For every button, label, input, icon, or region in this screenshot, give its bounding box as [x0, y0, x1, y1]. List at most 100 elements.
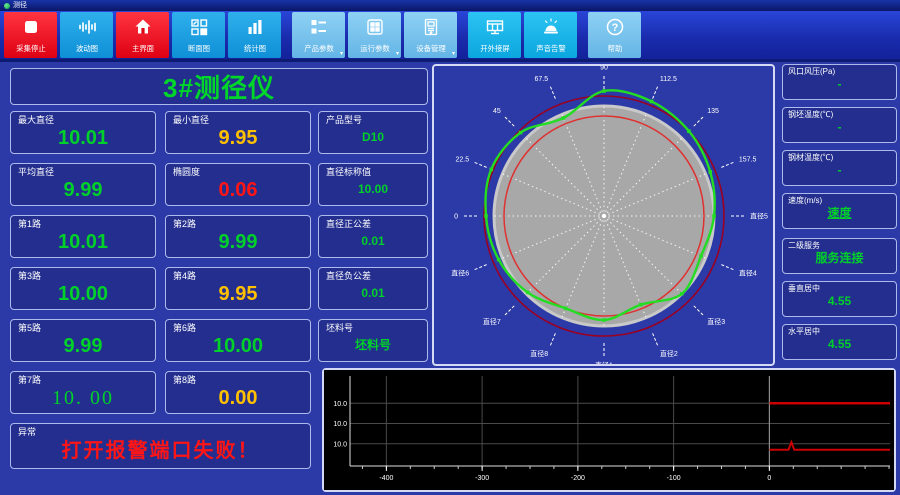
gauge-title-panel: 3#测径仪	[10, 68, 428, 105]
svg-text:0: 0	[767, 475, 771, 482]
svg-text:直径5: 直径5	[750, 212, 768, 221]
panel-label: 钢材温度(℃)	[788, 153, 834, 162]
app-icon	[4, 2, 10, 9]
svg-text:-400: -400	[379, 475, 393, 482]
alarm-icon	[541, 17, 561, 37]
card-path-6: 第6路 10.00	[165, 319, 311, 362]
svg-text:22.5: 22.5	[455, 156, 469, 163]
card-value: 坯料号	[354, 338, 391, 352]
svg-text:90: 90	[600, 66, 608, 72]
panel-label: 二级服务	[788, 241, 820, 250]
card-label: 直径标称值	[326, 167, 372, 177]
sidebar-panel-vertical-center: 垂直居中 4.55	[782, 281, 897, 317]
svg-text:112.5: 112.5	[660, 76, 677, 83]
toolbar-button-label: 采集停止	[15, 44, 46, 53]
sidebar-panel-air-pressure: 风口风压(Pa) -	[782, 64, 897, 100]
card-value: 9.99	[63, 179, 103, 201]
card-minus-tolerance: 直径负公差 0.01	[318, 267, 428, 310]
card-label: 坯料号	[326, 323, 354, 333]
gauge-title: 3#测径仪	[163, 73, 275, 103]
sidebar-panel-billet-temp: 钢坯温度(℃) -	[782, 107, 897, 143]
card-billet-no: 坯料号 坯料号	[318, 319, 428, 362]
window-title: 测径	[13, 2, 27, 9]
card-label: 最小直径	[173, 115, 210, 125]
card-path-3: 第3路 10.00	[10, 267, 156, 310]
trend-chart-panel: -400 -300 -200 -100 0 10.0 10.0 10.0	[322, 368, 896, 492]
cross-section-chart: 0 22.5 45 67.5 90 112.5 135 157.5 直径5 直径4 直径3 直径2 直径…	[451, 66, 768, 364]
toolbar: 采集停止 波动图 主界面 断面图 统计图 产品参数 ▾ 运行参数 ▾ 设备管理 …	[0, 11, 900, 62]
card-label: 第1路	[18, 219, 42, 229]
toolbar-button-label: 主界面	[131, 44, 154, 53]
card-nominal-diameter: 直径标称值 10.00	[318, 163, 428, 206]
svg-text:10.0: 10.0	[333, 421, 347, 428]
sidebar-panel-steel-temp: 钢材温度(℃) -	[782, 150, 897, 186]
window-titlebar: 测径	[0, 0, 900, 11]
panel-label: 垂直居中	[788, 284, 820, 293]
toolbar-button-section-chart[interactable]: 断面图	[172, 12, 225, 58]
device-manage-icon	[421, 17, 441, 37]
alarm-message: 打开报警端口失败！	[61, 440, 260, 462]
card-label: 椭圆度	[173, 167, 201, 177]
card-exception: 异常 打开报警端口失败！	[10, 423, 311, 469]
air-pressure-value: -	[837, 77, 842, 91]
toolbar-button-label: 波动图	[75, 44, 98, 53]
toolbar-button-collect-stop[interactable]: 采集停止	[4, 12, 57, 58]
toolbar-button-main-screen[interactable]: 主界面	[116, 12, 169, 58]
service-connect-button[interactable]: 服务连接	[788, 250, 891, 266]
toolbar-button-external-screen[interactable]: 开外接屏	[468, 12, 521, 58]
toolbar-button-label: 开外接屏	[479, 44, 510, 53]
waveform-icon	[77, 17, 97, 37]
card-label: 平均直径	[18, 167, 55, 177]
card-value: 0.00	[218, 387, 258, 409]
toolbar-button-help[interactable]: ? 帮助	[588, 12, 641, 58]
help-icon: ?	[605, 17, 625, 37]
horizontal-center-value: 4.55	[827, 337, 852, 351]
toolbar-button-label: 运行参数	[359, 44, 390, 53]
panel-label: 速度(m/s)	[788, 196, 823, 205]
card-max-diameter: 最大直径 10.01	[10, 111, 156, 154]
card-label: 第6路	[173, 323, 197, 333]
toolbar-button-wave-chart[interactable]: 波动图	[60, 12, 113, 58]
card-label: 直径负公差	[326, 271, 372, 281]
toolbar-button-label: 产品参数	[303, 44, 334, 53]
toolbar-button-product-params[interactable]: 产品参数	[292, 12, 345, 58]
svg-text:10.0: 10.0	[333, 401, 347, 408]
card-value: 9.95	[218, 127, 258, 149]
svg-text:-100: -100	[667, 475, 681, 482]
card-value: 9.95	[218, 283, 258, 305]
card-product-model: 产品型号 D10	[318, 111, 428, 154]
card-value: 10.01	[57, 127, 109, 149]
card-value: 10.01	[57, 231, 109, 253]
toolbar-button-device-manage[interactable]: 设备管理	[404, 12, 457, 58]
card-value: 9.99	[63, 335, 103, 357]
svg-text:67.5: 67.5	[535, 76, 549, 83]
billet-temp-value: -	[837, 120, 842, 134]
card-avg-diameter: 平均直径 9.99	[10, 163, 156, 206]
svg-text:45: 45	[493, 108, 501, 115]
toolbar-button-stats-chart[interactable]: 统计图	[228, 12, 281, 58]
toolbar-button-sound-alarm[interactable]: 声音告警	[524, 12, 577, 58]
card-value: 10. 00	[52, 387, 114, 409]
card-path-5: 第5路 9.99	[10, 319, 156, 362]
steel-temp-value: -	[837, 163, 842, 177]
card-value: 10.00	[212, 335, 264, 357]
card-label: 最大直径	[18, 115, 55, 125]
svg-text:直径6: 直径6	[451, 269, 469, 278]
speed-link[interactable]: 速度	[788, 205, 891, 221]
card-path-4: 第4路 9.95	[165, 267, 311, 310]
svg-text:0: 0	[454, 214, 458, 221]
card-label: 第2路	[173, 219, 197, 229]
toolbar-button-run-params[interactable]: 运行参数	[348, 12, 401, 58]
panel-label: 钢坯温度(℃)	[788, 110, 834, 119]
sidebar-panel-horizontal-center: 水平居中 4.55	[782, 324, 897, 360]
home-icon	[133, 17, 153, 37]
svg-text:直径2: 直径2	[660, 349, 678, 358]
card-label: 第5路	[18, 323, 42, 333]
svg-text:10.0: 10.0	[333, 441, 347, 448]
sidebar-panel-l2-service: 二级服务 服务连接	[782, 238, 897, 274]
card-label: 第7路	[18, 375, 42, 385]
card-min-diameter: 最小直径 9.95	[165, 111, 311, 154]
card-value: 0.01	[361, 234, 385, 248]
monitor-icon	[485, 17, 505, 37]
panel-label: 水平居中	[788, 327, 820, 336]
